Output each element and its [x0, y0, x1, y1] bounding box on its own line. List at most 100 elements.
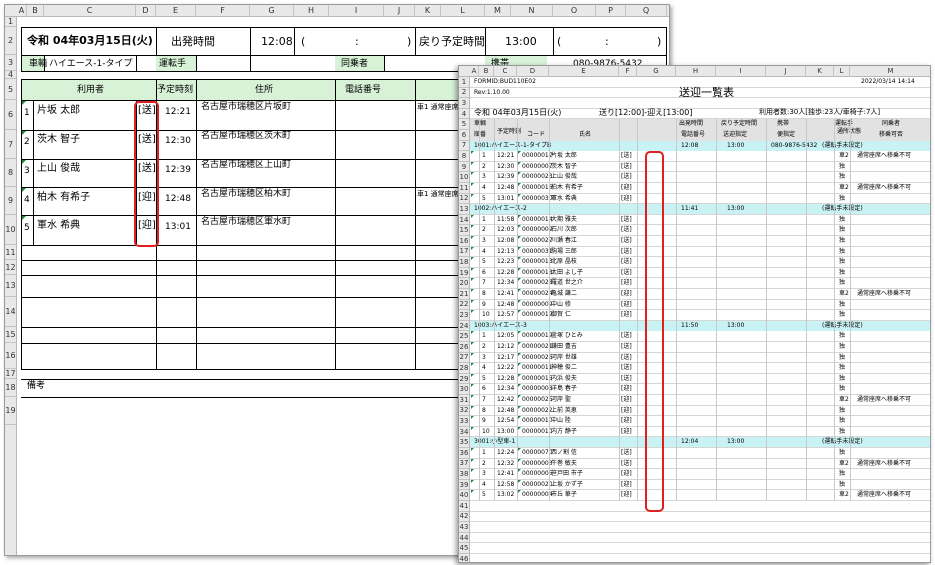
- row-header-4[interactable]: 4: [459, 109, 469, 120]
- column-header-g[interactable]: G: [637, 66, 676, 77]
- row-header-14[interactable]: 14: [459, 215, 469, 226]
- row-header-24[interactable]: 24: [459, 321, 469, 332]
- row-header-21[interactable]: 21: [459, 289, 469, 300]
- column-header-a[interactable]: A: [17, 5, 27, 17]
- row-header-10[interactable]: 10: [459, 172, 469, 183]
- column-header-f[interactable]: F: [619, 66, 637, 77]
- row-header-23[interactable]: 23: [459, 310, 469, 321]
- row-header-27[interactable]: 27: [459, 353, 469, 364]
- row-header-32[interactable]: 32: [459, 406, 469, 417]
- row-header-1[interactable]: 1: [459, 77, 469, 88]
- row-header-30[interactable]: 30: [459, 384, 469, 395]
- address-column-header: 住所: [255, 85, 274, 95]
- row-header-42[interactable]: 42: [459, 512, 469, 523]
- row-header-39[interactable]: 39: [459, 480, 469, 491]
- column-header-q[interactable]: Q: [626, 5, 667, 17]
- row-header-13[interactable]: 13: [5, 275, 16, 297]
- row-header-16[interactable]: 16: [5, 343, 16, 369]
- row-header-6[interactable]: 6: [5, 100, 16, 130]
- row-header-34[interactable]: 34: [459, 427, 469, 438]
- planned-time: 12:13: [497, 247, 515, 255]
- row-header-10[interactable]: 10: [5, 215, 16, 245]
- row-header-17[interactable]: 17: [5, 369, 16, 379]
- column-header-b[interactable]: B: [479, 66, 494, 77]
- row-header-43[interactable]: 43: [459, 522, 469, 533]
- row-header-41[interactable]: 41: [459, 501, 469, 512]
- row-header-1[interactable]: 1: [5, 17, 16, 27]
- column-header-e[interactable]: E: [549, 66, 619, 77]
- column-header-f[interactable]: F: [196, 5, 250, 17]
- column-header-m[interactable]: M: [485, 5, 511, 17]
- row-header-45[interactable]: 45: [459, 543, 469, 554]
- row-header-3[interactable]: 3: [459, 98, 469, 109]
- row-header-7[interactable]: 7: [459, 141, 469, 152]
- row-header-20[interactable]: 20: [459, 278, 469, 289]
- column-header-d[interactable]: D: [517, 66, 549, 77]
- row-header-18[interactable]: 18: [5, 379, 16, 397]
- column-header-l[interactable]: L: [441, 5, 485, 17]
- sequence-number: 4: [482, 247, 486, 255]
- column-header-b[interactable]: B: [27, 5, 44, 17]
- row-header-18[interactable]: 18: [459, 257, 469, 268]
- row-header-22[interactable]: 22: [459, 300, 469, 311]
- row-header-37[interactable]: 37: [459, 459, 469, 470]
- column-header-c[interactable]: C: [44, 5, 136, 17]
- column-header-k[interactable]: K: [806, 66, 834, 77]
- row-header-29[interactable]: 29: [459, 374, 469, 385]
- column-header-h[interactable]: H: [294, 5, 329, 17]
- row-header-17[interactable]: 17: [459, 247, 469, 258]
- row-header-3[interactable]: 3: [5, 55, 16, 71]
- row-header-31[interactable]: 31: [459, 395, 469, 406]
- row-header-11[interactable]: 11: [5, 245, 16, 260]
- column-header-m[interactable]: M: [850, 66, 930, 77]
- column-header-j[interactable]: J: [766, 66, 806, 77]
- row-header-12[interactable]: 12: [5, 260, 16, 275]
- attendance-status: 独: [839, 247, 846, 255]
- row-header-15[interactable]: 15: [459, 225, 469, 236]
- column-header-a[interactable]: A: [470, 66, 479, 77]
- column-header-o[interactable]: O: [553, 5, 596, 17]
- row-header-11[interactable]: 11: [459, 183, 469, 194]
- row-header-19[interactable]: 19: [459, 268, 469, 279]
- column-header-l[interactable]: L: [834, 66, 850, 77]
- row-header-36[interactable]: 36: [459, 448, 469, 459]
- row-header-14[interactable]: 14: [5, 297, 16, 327]
- row-header-8[interactable]: 8: [5, 159, 16, 187]
- row-header-46[interactable]: 46: [459, 554, 469, 562]
- row-header-15[interactable]: 15: [5, 327, 16, 343]
- row-header-25[interactable]: 25: [459, 331, 469, 342]
- row-header-44[interactable]: 44: [459, 533, 469, 544]
- column-header-e[interactable]: E: [156, 5, 196, 17]
- row-header-28[interactable]: 28: [459, 363, 469, 374]
- row-header-6[interactable]: 6: [459, 130, 469, 141]
- row-header-26[interactable]: 26: [459, 342, 469, 353]
- column-header-h[interactable]: H: [676, 66, 716, 77]
- column-header-n[interactable]: N: [511, 5, 553, 17]
- row-header-8[interactable]: 8: [459, 151, 469, 162]
- column-header-j[interactable]: J: [384, 5, 415, 17]
- column-header-i[interactable]: I: [329, 5, 384, 17]
- column-header-d[interactable]: D: [136, 5, 156, 17]
- row-header-33[interactable]: 33: [459, 416, 469, 427]
- column-header-g[interactable]: G: [250, 5, 294, 17]
- row-header-12[interactable]: 12: [459, 194, 469, 205]
- row-header-2[interactable]: 2: [5, 27, 16, 55]
- column-header-c[interactable]: C: [494, 66, 517, 77]
- row-header-9[interactable]: 9: [459, 162, 469, 173]
- row-header-35[interactable]: 35: [459, 437, 469, 448]
- column-header-k[interactable]: K: [415, 5, 441, 17]
- row-header-4[interactable]: 4: [5, 70, 16, 79]
- row-header-2[interactable]: 2: [459, 88, 469, 99]
- row-header-40[interactable]: 40: [459, 490, 469, 501]
- row-header-13[interactable]: 13: [459, 204, 469, 215]
- row-header-5[interactable]: 5: [5, 79, 16, 100]
- row-header-9[interactable]: 9: [5, 187, 16, 215]
- row-header-7[interactable]: 7: [5, 130, 16, 159]
- row-header-38[interactable]: 38: [459, 469, 469, 480]
- column-header-i[interactable]: I: [716, 66, 766, 77]
- column-header-p[interactable]: P: [596, 5, 626, 17]
- row-header-16[interactable]: 16: [459, 236, 469, 247]
- comment-marker: [518, 416, 521, 420]
- row-header-19[interactable]: 19: [5, 397, 16, 425]
- row-header-5[interactable]: 5: [459, 119, 469, 130]
